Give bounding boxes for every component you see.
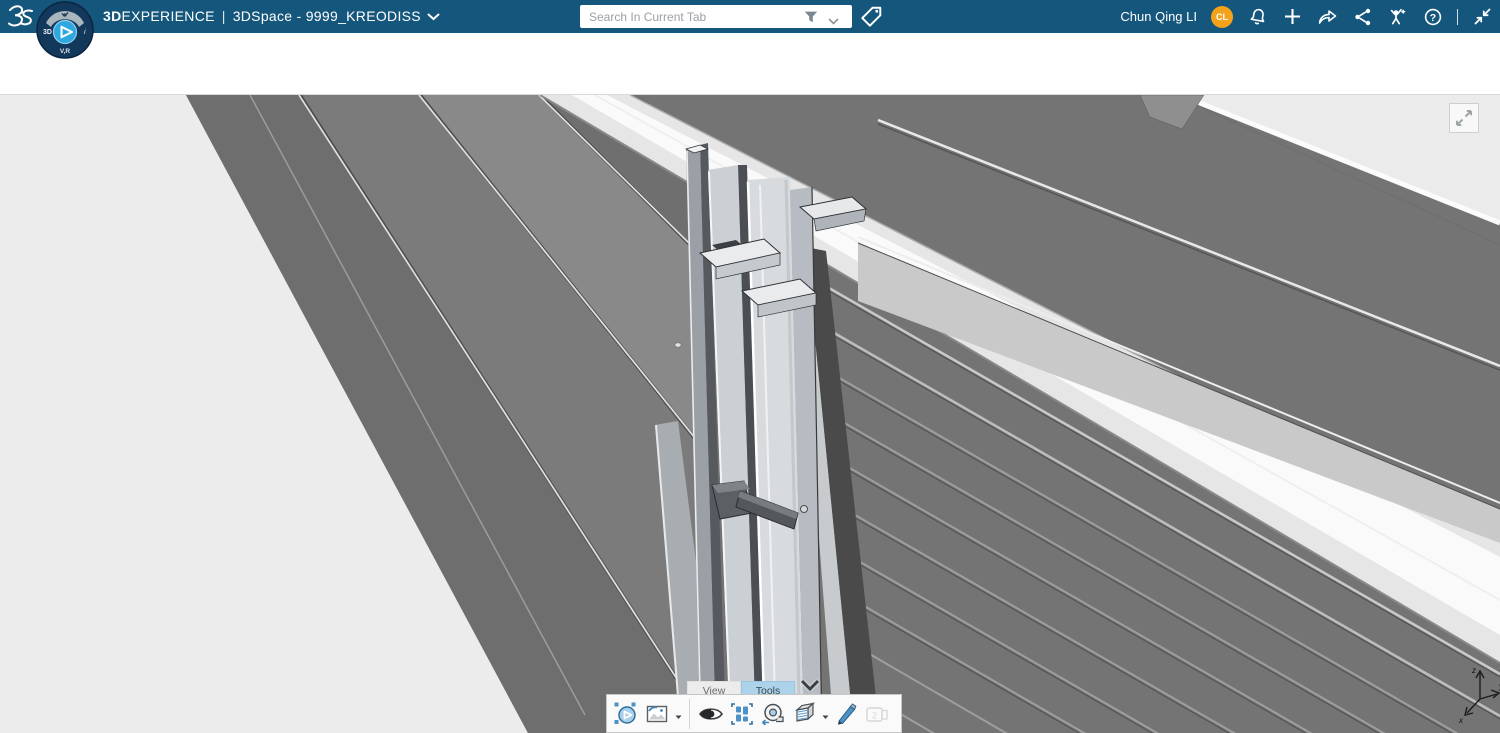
- network-share-icon[interactable]: [1352, 6, 1373, 27]
- slide-2d-button: 2: [863, 699, 891, 729]
- compass-3d-label: 3D: [43, 29, 52, 36]
- global-search: [580, 5, 852, 28]
- capture-button[interactable]: [643, 699, 671, 729]
- chevron-down-icon[interactable]: [821, 699, 829, 729]
- user-name[interactable]: Chun Qing LI: [1120, 9, 1197, 24]
- chevron-down-icon[interactable]: [674, 699, 682, 729]
- help-glyph: ?: [1429, 11, 1435, 23]
- facade-model-render: zyx: [0, 95, 1500, 733]
- play-experience-button[interactable]: [612, 699, 640, 729]
- swym-people-icon[interactable]: [1387, 6, 1408, 27]
- collapse-icon[interactable]: [1472, 6, 1493, 27]
- 3d-viewport[interactable]: zyx View Tools: [0, 95, 1500, 733]
- brand-experience: EXPERIENCE: [122, 8, 215, 24]
- share-arrow-icon[interactable]: [1317, 6, 1338, 27]
- 3dexperience-compass[interactable]: 3D i V,R: [36, 1, 94, 59]
- brand-pipe: |: [222, 8, 226, 24]
- chevron-down-icon[interactable]: [828, 12, 844, 28]
- expand-icon[interactable]: [1449, 103, 1479, 133]
- viewer-toolbar: 2: [606, 694, 902, 733]
- manage-visibility-button[interactable]: [728, 699, 756, 729]
- brand-3d: 3D: [103, 8, 122, 24]
- tag-icon[interactable]: [859, 5, 883, 29]
- filter-funnel-icon[interactable]: [803, 9, 819, 25]
- ink-annotate-button[interactable]: [832, 699, 860, 729]
- bell-icon[interactable]: [1247, 6, 1268, 27]
- top-bar: 3DEXPERIENCE|3DSpace - 9999_KREODISS Chu…: [0, 0, 1500, 33]
- top-bar-divider: [1457, 9, 1458, 25]
- app-switcher-label[interactable]: 3DSpace - 9999_KREODISS: [233, 8, 421, 24]
- slide-2d-label: 2: [872, 710, 877, 721]
- compass-vr-label: V,R: [60, 48, 71, 55]
- toolbar-divider: [689, 699, 690, 729]
- help-icon[interactable]: ?: [1422, 6, 1443, 27]
- hide-show-eye-button[interactable]: [697, 699, 725, 729]
- avatar[interactable]: CL: [1211, 6, 1233, 28]
- brand-title: 3DEXPERIENCE | 3DSpace - 9999_KREODISS: [103, 8, 440, 24]
- svg-text:z: z: [1471, 666, 1476, 675]
- add-icon[interactable]: [1282, 6, 1303, 27]
- top-bar-actions: Chun Qing LI CL: [1120, 0, 1493, 33]
- content-title-bar: Ridgewood_Facade_FInal: [0, 33, 1500, 95]
- dassault-3ds-logo: [6, 3, 34, 35]
- section-button[interactable]: [790, 699, 818, 729]
- chevron-down-icon[interactable]: [427, 8, 440, 24]
- measure-button[interactable]: [759, 699, 787, 729]
